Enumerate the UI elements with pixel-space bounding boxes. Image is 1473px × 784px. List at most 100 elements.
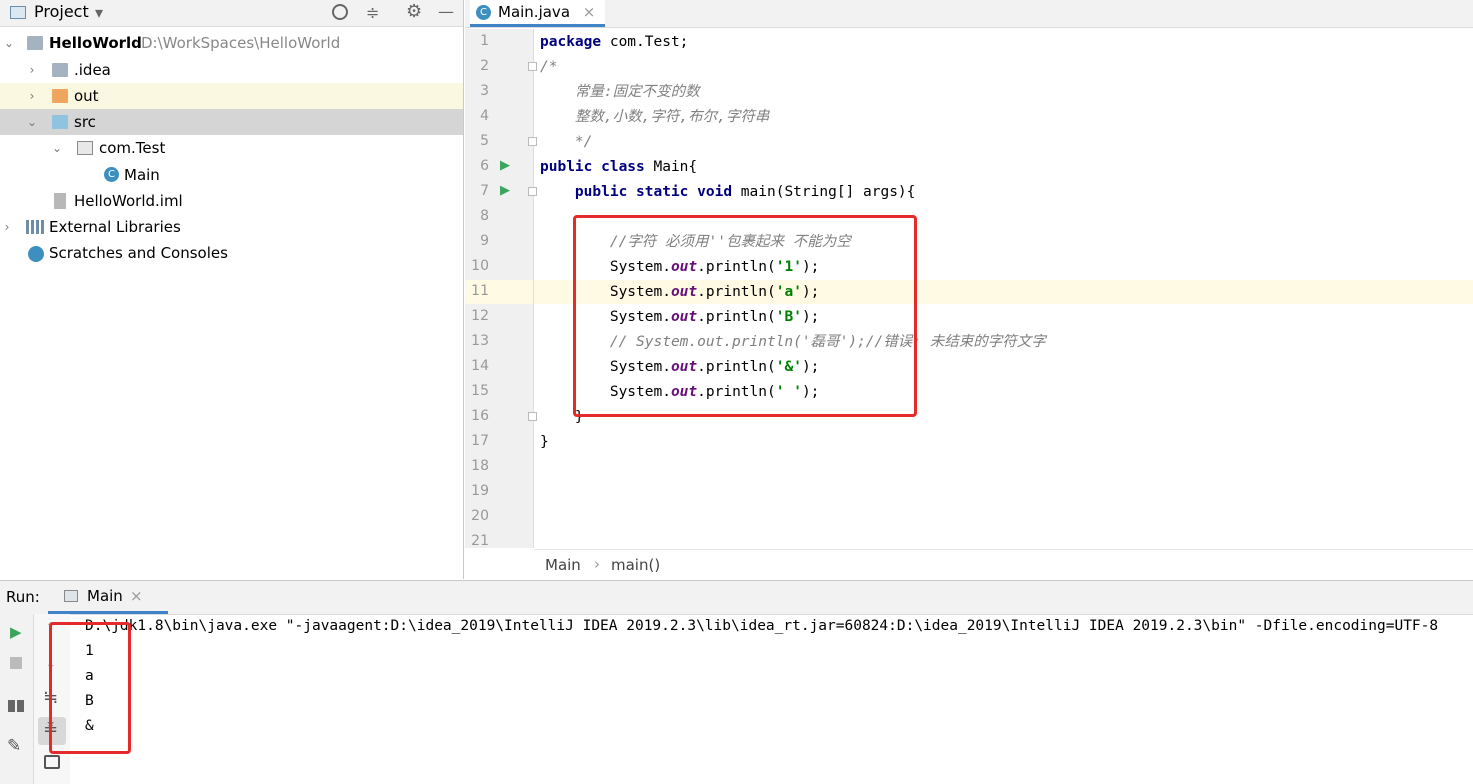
print-icon[interactable] [44,755,60,769]
run-panel-header: Run: Main × [0,580,1473,615]
fold-marker-icon[interactable] [528,137,537,146]
tree-item-label: Main [124,166,160,184]
line-number: 15 [471,383,489,399]
tree-item-label: com.Test [99,139,166,157]
line-number: 1 [480,33,489,49]
source-folder-icon [52,115,68,129]
pin-icon[interactable]: ✎ [7,736,21,756]
tab-main-java[interactable]: C Main.java × [470,0,606,27]
minimize-icon[interactable]: — [438,2,454,21]
fold-marker-icon[interactable] [528,412,537,421]
close-icon[interactable]: × [130,587,143,605]
line-number: 6 [480,158,489,174]
tree-item-label: .idea [74,61,111,79]
line-number: 14 [471,358,489,374]
highlight-box-code [573,215,917,417]
java-class-icon: C [104,167,119,182]
tree-item-label: src [74,113,96,131]
line-number: 17 [471,433,489,449]
editor-tab-bar [465,0,1473,28]
console-command-line: D:\jdk1.8\bin\java.exe "-javaagent:D:\id… [85,618,1439,634]
gear-icon[interactable]: ⚙ [406,1,422,22]
line-number: 3 [480,83,489,99]
java-class-icon: C [476,5,491,20]
tab-label: Main.java [498,3,571,21]
tree-item-label: HelloWorld [49,34,142,52]
collapse-all-icon[interactable]: ≑ [366,3,379,22]
chevron-down-icon[interactable]: ⌄ [50,135,64,161]
rerun-icon[interactable]: ▶ [10,623,22,641]
line-number: 16 [471,408,489,424]
code-line[interactable]: package com.Test; [540,30,688,55]
line-number: 9 [480,233,489,249]
tree-item-scratches[interactable]: Scratches and Consoles [0,240,463,266]
line-number: 5 [480,133,489,149]
line-number: 13 [471,333,489,349]
run-panel-label: Run: [6,588,40,606]
package-icon [77,141,93,155]
scratches-icon [28,246,44,262]
line-number: 10 [471,258,489,274]
code-line[interactable]: public static void main(String[] args){ [540,180,915,205]
code-line[interactable]: 整数,小数,字符,布尔,字符串 [540,105,769,130]
tree-item-helloworld[interactable]: ⌄ HelloWorld D:\WorkSpaces\HelloWorld [0,30,463,56]
tree-item-com-test[interactable]: ⌄ com.Test [0,135,463,161]
project-view-selector[interactable]: Project [34,2,89,21]
library-icon [26,220,44,234]
tree-item-label: Scratches and Consoles [49,244,228,262]
tree-item-out[interactable]: › out [0,83,463,109]
stop-icon[interactable] [10,657,22,669]
tab-run-main[interactable]: Main × [48,581,168,614]
tree-item-label: External Libraries [49,218,181,236]
locate-icon[interactable] [332,4,348,20]
fold-marker-icon[interactable] [528,62,537,71]
code-line[interactable]: /* [540,55,557,80]
code-line[interactable]: 常量:固定不变的数 [540,80,700,105]
code-line[interactable]: */ [540,130,592,155]
project-view-icon [10,6,26,19]
tree-item-main[interactable]: C Main [0,162,463,188]
iml-file-icon [54,193,66,209]
line-number: 7 [480,183,489,199]
chevron-down-icon[interactable]: ⌄ [2,30,16,56]
line-number: 18 [471,458,489,474]
chevron-down-icon[interactable]: ⌄ [25,109,39,135]
breadcrumb-item-main-method[interactable]: main() [611,556,660,574]
layout-icon[interactable] [8,700,24,712]
line-number: 21 [471,533,489,549]
tree-item-src[interactable]: ⌄ src [0,109,463,135]
close-icon[interactable]: × [583,3,596,21]
folder-icon [52,89,68,103]
line-number: 8 [480,208,489,224]
expand-icon[interactable]: › [0,214,14,240]
project-panel-header: Project ▾ ≑ ⚙ — [0,0,463,27]
expand-icon[interactable]: › [25,57,39,83]
breadcrumb-separator: › [594,555,600,573]
tree-item-external-libraries[interactable]: › External Libraries [0,214,463,240]
fold-marker-icon[interactable] [528,187,537,196]
tree-item-helloworld-iml[interactable]: HelloWorld.iml [0,188,463,214]
chevron-down-icon[interactable]: ▾ [95,3,103,22]
tree-item-label: out [74,87,99,105]
breadcrumb-item-main[interactable]: Main [545,556,581,574]
module-folder-icon [27,36,43,50]
highlight-box-output [49,622,131,754]
line-number: 12 [471,308,489,324]
line-number: 19 [471,483,489,499]
line-number: 11 [471,283,489,299]
run-toolbar: ▶ ✎ [0,614,34,784]
run-gutter-icon[interactable]: ▶ [500,183,510,198]
tree-item-idea[interactable]: › .idea [0,57,463,83]
line-number: 20 [471,508,489,524]
tree-item-path: D:\WorkSpaces\HelloWorld [141,34,341,52]
code-line[interactable]: public class Main{ [540,155,697,180]
run-gutter-icon[interactable]: ▶ [500,158,510,173]
tab-label: Main [87,587,123,605]
breadcrumb: Main › main() [534,549,1473,580]
console-icon [64,590,78,602]
line-number: 4 [480,108,489,124]
expand-icon[interactable]: › [25,83,39,109]
code-line[interactable]: } [540,430,549,455]
line-number: 2 [480,58,489,74]
tree-item-label: HelloWorld.iml [74,192,183,210]
